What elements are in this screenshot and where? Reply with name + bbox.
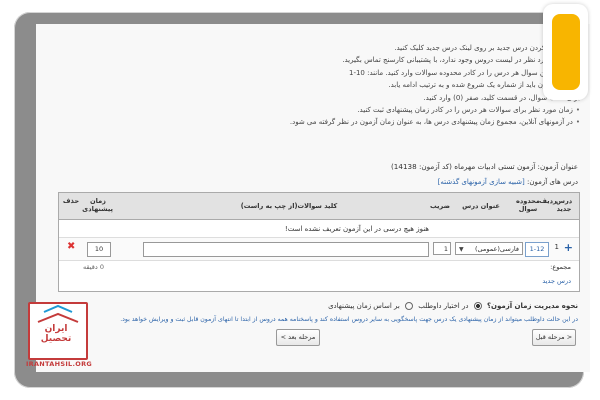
exam-title: عنوان آزمون: آزمون تستی ادبیات مهرماه (ک… xyxy=(390,162,578,171)
radio-candidate[interactable] xyxy=(473,302,482,310)
table-row: + 1 1-12 فارسی(عمومی) ▼ 1 10 ✖ xyxy=(59,237,579,261)
total-label: مجموع: xyxy=(550,263,571,271)
lessons-table: درس جدید ردیف محدوده سوال عنوان درس ضریب… xyxy=(58,192,580,292)
delete-icon[interactable]: ✖ xyxy=(67,241,75,252)
instructions-list: برای اضافه کردن درس جدید بر روی لینک درس… xyxy=(60,42,580,129)
total-minutes: 0 دقیقه xyxy=(83,263,104,271)
chevron-down-icon: ▼ xyxy=(459,246,464,253)
range-input[interactable]: 1-12 xyxy=(525,242,549,257)
accent-badge xyxy=(543,4,588,100)
exam-setup-page: برای اضافه کردن درس جدید بر روی لینک درس… xyxy=(36,24,590,372)
instruction-line: اگر درس مورد نظر در لیست دروس وجود ندارد… xyxy=(342,56,580,65)
instruction-line: برای اضافه کردن درس جدید بر روی لینک درس… xyxy=(394,44,580,52)
header-coef: ضریب xyxy=(430,202,450,210)
instruction-line: اولین و آخرین سوال هر درس را در کادر محد… xyxy=(348,68,580,77)
time-input[interactable]: 10 xyxy=(87,242,111,257)
option-suggested-label: بر اساس زمان پیشنهادی xyxy=(328,302,400,310)
lesson-select-value: فارسی(عمومی) xyxy=(474,245,519,253)
table-header: درس جدید ردیف محدوده سوال عنوان درس ضریب… xyxy=(59,193,579,220)
header-lesson-title: عنوان درس xyxy=(462,202,500,210)
header-keys: کلید سوالات(از چپ به راست) xyxy=(240,202,338,210)
prev-step-button[interactable]: < مرحله قبل xyxy=(532,329,576,346)
time-management-question: نحوه مدیریت زمان آزمون؟ xyxy=(486,302,578,310)
header-time: زمان پیشنهادی xyxy=(82,197,113,213)
coef-input[interactable]: 1 xyxy=(433,242,451,255)
book-icon xyxy=(37,304,79,323)
logo-name-en: IRANTAHSIL.ORG xyxy=(25,360,93,368)
instruction-line: برای حذف سوال، در قسمت کلید، صفر (0) وار… xyxy=(423,93,580,102)
next-step-button[interactable]: مرحله بعد > xyxy=(276,329,320,346)
time-management: نحوه مدیریت زمان آزمون؟ در اختیار داوطلب… xyxy=(328,302,578,310)
instruction-line: زمان مورد نظر برای سوالات هر درس را در ک… xyxy=(60,104,580,116)
accent-badge-fill xyxy=(552,14,580,90)
instruction-line: سوالات آزمون باید از شماره یک شروع شده و… xyxy=(388,81,580,90)
site-logo: ایران تحصیل IRANTAHSIL.ORG xyxy=(18,302,100,374)
add-row-icon[interactable]: + xyxy=(564,241,573,254)
time-management-note: در این حالت داوطلب میتواند از زمان پیشنه… xyxy=(120,316,578,323)
empty-message: هنوز هیچ درسی در این آزمون تعریف نشده اس… xyxy=(284,225,429,233)
header-delete: حذف xyxy=(62,197,80,205)
header-range: محدوده سوال xyxy=(515,197,541,213)
lesson-select[interactable]: فارسی(عمومی) ▼ xyxy=(455,242,523,255)
similar-exams-link[interactable]: [شبیه سازی آزمونهای گذشته] xyxy=(438,178,525,186)
keys-input[interactable] xyxy=(143,242,429,257)
instruction-line: در آزمونهای آنلاین، مجموع زمان پیشنهادی … xyxy=(60,116,580,128)
logo-name-fa: ایران تحصیل xyxy=(40,324,72,344)
new-lesson-link[interactable]: درس جدید xyxy=(542,277,571,285)
exam-lessons-label: درس های آزمون: xyxy=(527,178,578,186)
radio-suggested[interactable] xyxy=(405,302,414,310)
exam-lessons-row: درس های آزمون: [شبیه سازی آزمونهای گذشته… xyxy=(438,178,578,186)
option-candidate-label: در اختیار داوطلب xyxy=(418,302,469,310)
row-number: 1 xyxy=(554,243,559,251)
